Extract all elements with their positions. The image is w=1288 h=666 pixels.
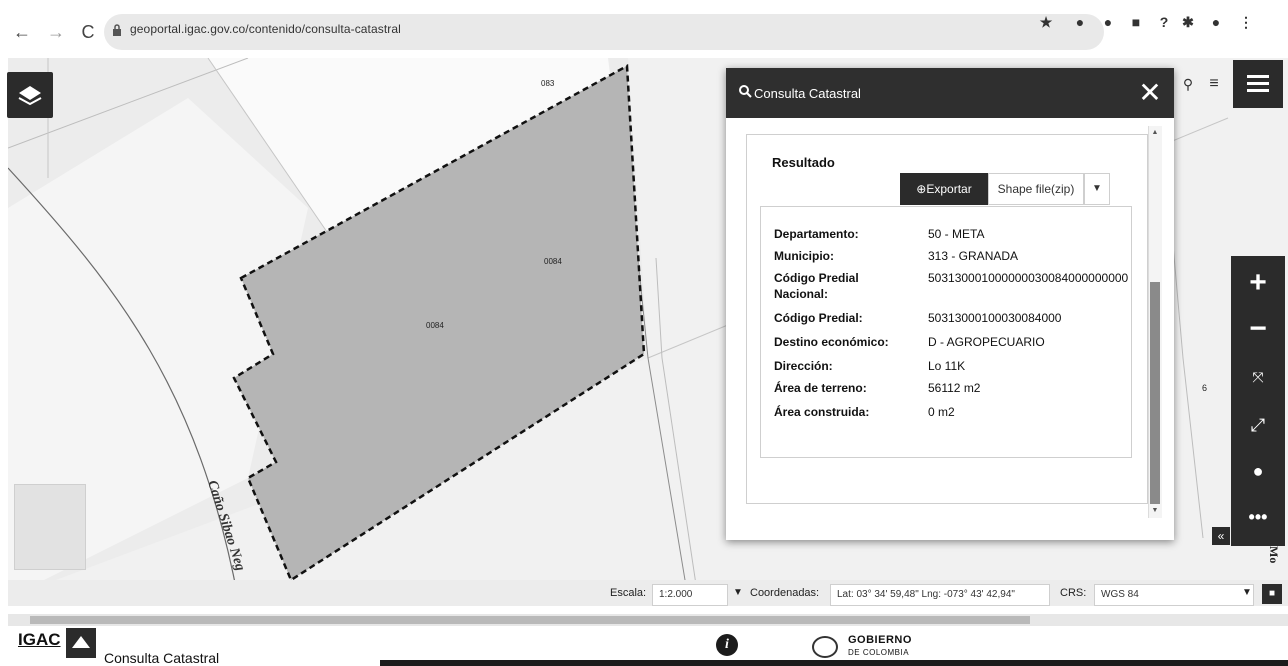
map-tools-bar: + − ⤧ ⤢ ● ••• xyxy=(1231,256,1285,546)
panel-scroll-thumb[interactable] xyxy=(1150,282,1160,504)
panel-title: Consulta Catastral xyxy=(754,86,861,101)
parcel-label-083: 083 xyxy=(541,79,555,88)
attribute-value: 503130001000000030084000000000 xyxy=(928,271,1129,285)
status-toggle-icon[interactable]: ■ xyxy=(1262,584,1282,604)
horizontal-scroll-thumb[interactable] xyxy=(30,616,1030,624)
colombia-emblem-icon xyxy=(812,636,838,658)
gobierno-sub-label: DE COLOMBIA xyxy=(848,648,910,657)
attribute-value: 56112 m2 xyxy=(928,381,981,395)
collapse-panel-icon[interactable]: « xyxy=(1212,527,1230,545)
list-icon[interactable]: ≡ xyxy=(1202,72,1226,96)
attribute-key: Destino económico: xyxy=(774,335,889,349)
coords-value: Lat: 03° 34' 59,48" Lng: -073° 43' 42,94… xyxy=(830,584,1050,606)
extension-icon-3[interactable]: ■ xyxy=(1126,12,1146,32)
parcel-label-center: 0084 xyxy=(426,321,444,330)
scale-label: Escala: xyxy=(610,587,647,599)
attribute-value: 313 - GRANADA xyxy=(928,249,1019,263)
attribute-key: Departamento: xyxy=(774,227,859,241)
footer-title: Consulta Catastral xyxy=(104,650,220,666)
main-menu-button[interactable] xyxy=(1233,60,1283,108)
export-label: Exportar xyxy=(926,182,972,196)
reload-icon[interactable]: C xyxy=(78,20,98,44)
attribute-key: Código Predial: xyxy=(774,311,863,325)
gobierno-label: GOBIERNO xyxy=(848,634,912,646)
attribute-value: 50313000100030084000 xyxy=(928,311,1062,325)
address-url[interactable]: geoportal.igac.gov.co/contenido/consulta… xyxy=(130,22,401,36)
igac-logo[interactable]: IGAC xyxy=(18,630,61,650)
export-button[interactable]: ⊕Exportar xyxy=(900,173,988,205)
extensions-puzzle-icon[interactable]: ✱ xyxy=(1178,12,1198,32)
fullscreen-icon[interactable]: ⤢ xyxy=(1231,402,1285,448)
attribute-value: Lo 11K xyxy=(928,359,966,373)
export-plus-icon: ⊕ xyxy=(916,182,927,196)
attribute-key: Código Predial Nacional: xyxy=(774,271,859,301)
attribute-key: Área construida: xyxy=(774,405,870,419)
back-arrow-icon[interactable]: ← xyxy=(12,20,32,44)
attribute-value: 50 - META xyxy=(928,227,985,241)
location-pin-icon[interactable]: ● xyxy=(1231,448,1285,494)
scroll-down-icon[interactable]: ▼ xyxy=(1150,506,1160,516)
layers-button[interactable] xyxy=(7,72,53,118)
map-edge-digit: 6 xyxy=(1202,383,1207,393)
coords-label: Coordenadas: xyxy=(750,587,820,599)
attribute-value: D - AGROPECUARIO xyxy=(928,335,1045,349)
info-icon[interactable]: i xyxy=(716,634,738,656)
search-icon xyxy=(739,85,752,98)
extension-icon-2[interactable]: ● xyxy=(1098,12,1118,32)
forward-arrow-icon[interactable]: → xyxy=(46,20,66,44)
browser-menu-icon[interactable]: ⋮ xyxy=(1236,12,1256,32)
result-heading: Resultado xyxy=(772,155,835,170)
screen: ← → C geoportal.igac.gov.co/contenido/co… xyxy=(0,0,1288,666)
attribute-key: Área de terreno: xyxy=(774,381,867,395)
scale-select[interactable]: 1:2.000 xyxy=(652,584,728,606)
attribute-value: 0 m2 xyxy=(928,405,955,419)
footer-strip xyxy=(380,660,1288,666)
map-edge-label: Mo xyxy=(1267,546,1281,563)
close-icon[interactable]: ✕ xyxy=(1136,78,1164,108)
chevron-down-icon[interactable]: ▼ xyxy=(1084,173,1110,205)
crs-select[interactable]: WGS 84 xyxy=(1094,584,1254,606)
panel-header: Consulta Catastral ✕ xyxy=(726,68,1174,118)
layers-icon xyxy=(18,86,42,106)
crs-label: CRS: xyxy=(1060,587,1087,599)
parcel-label-right: 0084 xyxy=(544,257,562,266)
zoom-out-minus-icon[interactable]: − xyxy=(1231,306,1285,352)
bookmark-star-icon[interactable]: ★ xyxy=(1036,12,1056,32)
more-icon[interactable]: ••• xyxy=(1231,494,1285,540)
extension-icon-1[interactable]: ● xyxy=(1070,12,1090,32)
overview-map-thumbnail[interactable] xyxy=(14,484,86,570)
lock-icon xyxy=(113,24,121,36)
hamburger-icon xyxy=(1247,75,1269,92)
search-icon[interactable]: ⚲ xyxy=(1176,72,1200,96)
attribute-key: Dirección: xyxy=(774,359,833,373)
export-format-select[interactable]: Shape file(zip) xyxy=(988,173,1084,205)
profile-avatar-icon[interactable]: ● xyxy=(1206,12,1226,32)
attributes-box xyxy=(760,206,1132,458)
extension-icon-4[interactable]: ? xyxy=(1154,12,1174,32)
igac-emblem-icon xyxy=(66,628,96,658)
zoom-in-plus-icon[interactable]: + xyxy=(1231,260,1285,306)
fit-extent-icon[interactable]: ⤧ xyxy=(1231,354,1285,400)
scroll-up-icon[interactable]: ▲ xyxy=(1150,128,1160,138)
crs-chevron-down-icon[interactable]: ▼ xyxy=(1242,587,1252,598)
attribute-key: Municipio: xyxy=(774,249,834,263)
scale-chevron-down-icon[interactable]: ▼ xyxy=(733,587,743,598)
